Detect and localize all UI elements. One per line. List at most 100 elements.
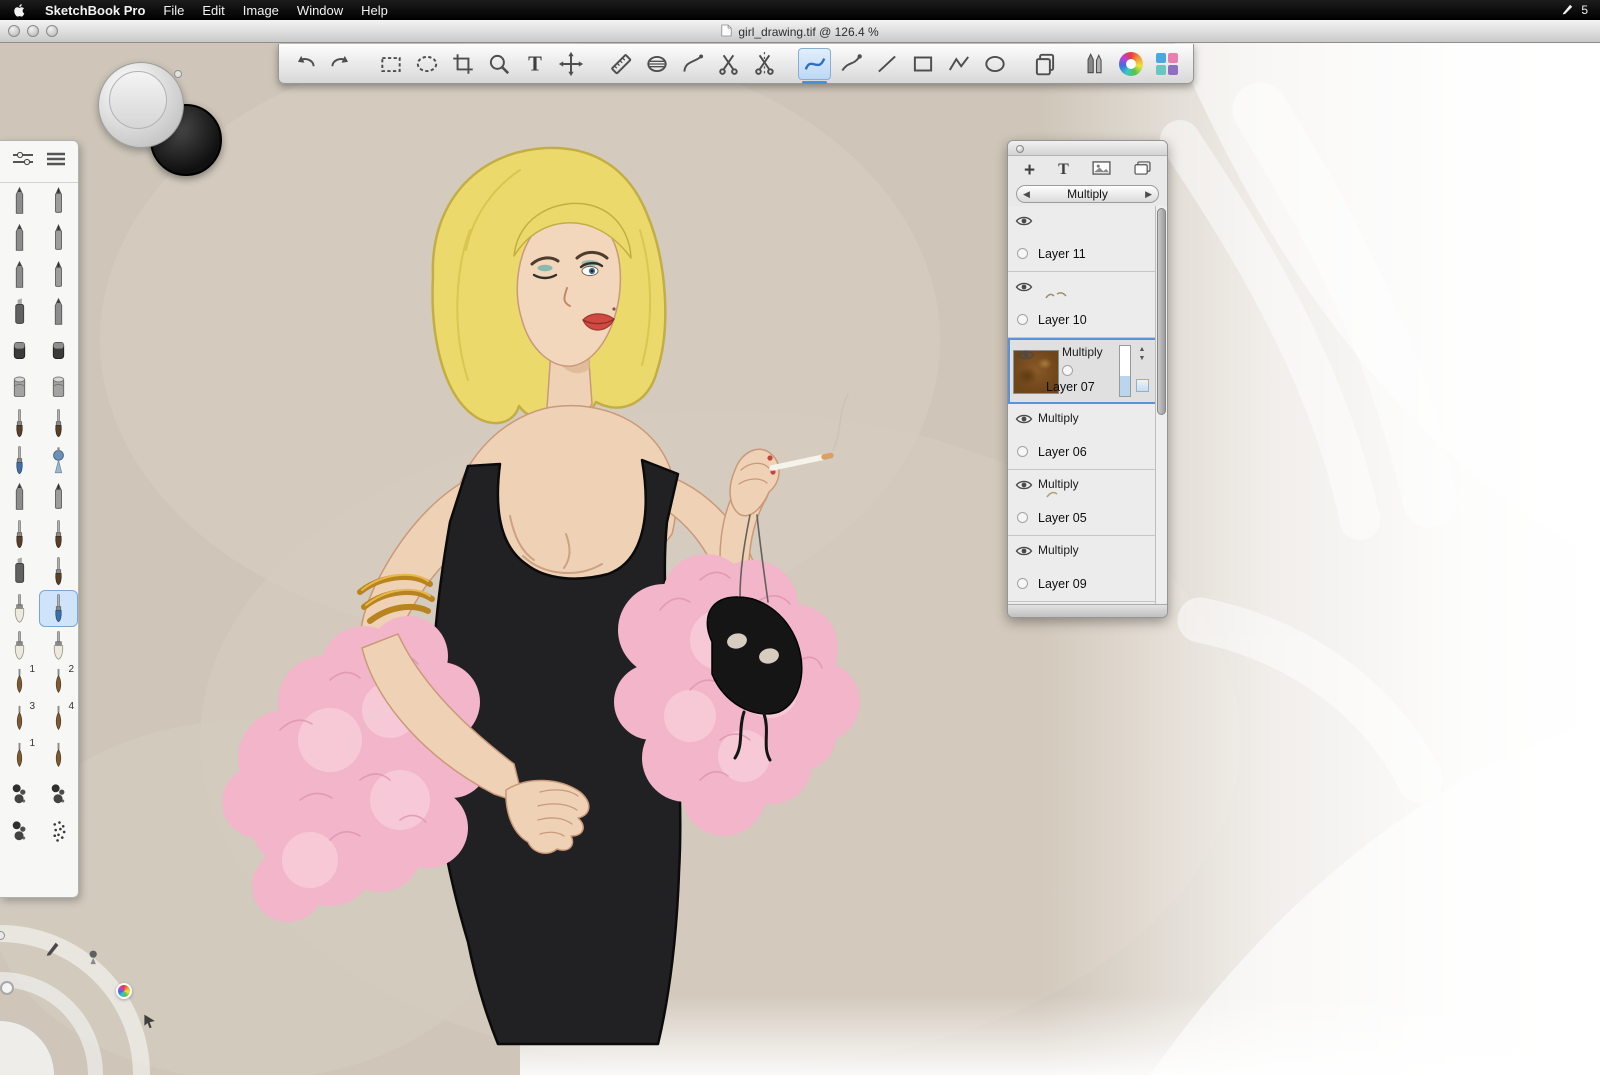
brush-mop-icon[interactable] <box>0 590 39 627</box>
french-curve-tool[interactable] <box>677 48 710 80</box>
undo-button[interactable] <box>289 48 322 80</box>
snip-tool[interactable] <box>748 48 781 80</box>
curve-draw-style-tool[interactable] <box>798 48 831 80</box>
polyline-draw-style-tool[interactable] <box>942 48 975 80</box>
layer-row-selected[interactable]: Multiply Layer 07 ▲▼ <box>1008 338 1157 404</box>
layers-panel-footer[interactable] <box>1008 604 1167 617</box>
brush-marker-icon[interactable] <box>0 294 39 331</box>
lagoon-pen-icon[interactable] <box>44 939 62 957</box>
lagoon-dot-button[interactable] <box>0 981 14 995</box>
brush-selected-item[interactable] <box>39 590 78 627</box>
color-wheel-icon[interactable] <box>1114 48 1147 80</box>
visibility-eye-icon[interactable] <box>1015 478 1033 490</box>
ellipse-draw-style-tool[interactable] <box>978 48 1011 80</box>
menu-item-help[interactable]: Help <box>361 3 388 18</box>
brush-round-icon[interactable] <box>0 405 39 442</box>
lagoon-color-ball-icon[interactable] <box>116 983 132 999</box>
brush-pen-icon[interactable] <box>39 479 78 516</box>
lasso-select-tool[interactable] <box>411 48 444 80</box>
layer-select-circle[interactable] <box>1017 446 1028 457</box>
text-layer-button[interactable]: T <box>1058 162 1069 178</box>
brush-round-icon[interactable] <box>39 553 78 590</box>
layers-scrollbar-track[interactable] <box>1155 206 1167 604</box>
visibility-eye-icon[interactable] <box>1015 544 1033 556</box>
brush-blue-round-icon[interactable] <box>0 442 39 479</box>
layers-scrollbar-thumb[interactable] <box>1157 208 1166 415</box>
layer-name[interactable]: Layer 10 <box>1038 313 1087 327</box>
brush-nib-icon[interactable]: 2 <box>39 664 78 701</box>
document-titlebar[interactable]: girl_drawing.tif @ 126.4 % <box>0 20 1600 43</box>
blend-mode-prev-arrow[interactable]: ◀ <box>1023 189 1030 200</box>
crop-tool[interactable] <box>447 48 480 80</box>
layer-stack-button[interactable] <box>1134 161 1151 179</box>
scissors-tool[interactable] <box>712 48 745 80</box>
copy-paste-tool[interactable] <box>1028 48 1061 80</box>
layer-row[interactable]: Multiply Layer 09 <box>1008 536 1157 602</box>
brush-mop-icon[interactable] <box>0 627 39 664</box>
brush-nib-icon[interactable]: 3 <box>0 701 39 738</box>
brush-pen-icon[interactable] <box>39 183 78 220</box>
layer-select-circle[interactable] <box>1017 512 1028 523</box>
app-name[interactable]: SketchBook Pro <box>45 3 145 18</box>
brush-eraser-icon[interactable] <box>0 331 39 368</box>
lagoon-cursor-icon[interactable] <box>142 1013 158 1029</box>
canvas-area[interactable] <box>0 20 1600 1075</box>
import-image-button[interactable] <box>1092 161 1111 179</box>
layer-row[interactable]: Multiply Layer 05 <box>1008 470 1157 536</box>
puck-handle-dot[interactable] <box>174 70 182 78</box>
brush-paint-can-icon[interactable] <box>0 368 39 405</box>
brush-pen-icon[interactable] <box>39 257 78 294</box>
brush-pencil-icon[interactable] <box>0 257 39 294</box>
visibility-eye-icon[interactable] <box>1015 280 1033 292</box>
layer-name[interactable]: Layer 09 <box>1038 577 1087 591</box>
brush-round-icon[interactable] <box>0 516 39 553</box>
brush-pencil-icon[interactable] <box>39 294 78 331</box>
brush-airbrush-icon[interactable] <box>39 442 78 479</box>
brush-pen-icon[interactable] <box>39 220 78 257</box>
menu-item-image[interactable]: Image <box>243 3 279 18</box>
swatches-icon[interactable] <box>1150 48 1183 80</box>
brush-eraser-icon[interactable] <box>39 331 78 368</box>
redo-button[interactable] <box>325 48 358 80</box>
brush-dots-icon[interactable] <box>39 812 78 849</box>
layer-row[interactable]: Layer 11 <box>1008 206 1157 272</box>
brush-pencil-icon[interactable] <box>0 479 39 516</box>
menu-item-file[interactable]: File <box>163 3 184 18</box>
brush-settings-icon[interactable] <box>10 150 36 173</box>
blend-mode-next-arrow[interactable]: ▶ <box>1145 189 1152 200</box>
ruler-tool[interactable] <box>605 48 638 80</box>
apple-menu-icon[interactable] <box>12 3 27 18</box>
brush-pencil-icon[interactable] <box>0 220 39 257</box>
brush-nib-icon[interactable]: 1 <box>0 738 39 775</box>
blend-mode-label[interactable]: Multiply <box>1067 187 1108 201</box>
brush-puck[interactable] <box>98 62 184 148</box>
panel-close-button[interactable] <box>1016 145 1024 153</box>
lagoon-airbrush-icon[interactable] <box>86 947 104 965</box>
brush-splatter-icon[interactable] <box>0 775 39 812</box>
text-tool[interactable]: T <box>519 48 552 80</box>
layers-panel-titlebar[interactable] <box>1008 141 1167 156</box>
line-draw-style-tool[interactable] <box>870 48 903 80</box>
layer-name[interactable]: Layer 07 <box>1046 380 1095 394</box>
zoom-tool[interactable] <box>483 48 516 80</box>
layer-spinner-arrows[interactable]: ▲▼ <box>1135 345 1149 363</box>
menu-item-window[interactable]: Window <box>297 3 343 18</box>
layer-row[interactable]: Layer 10 <box>1008 272 1157 338</box>
brush-splatter-icon[interactable] <box>0 812 39 849</box>
brush-round-icon[interactable] <box>39 405 78 442</box>
tablet-pen-status-icon[interactable] <box>1561 2 1575 19</box>
visibility-eye-icon[interactable] <box>1017 348 1035 360</box>
brush-marker-icon[interactable] <box>0 553 39 590</box>
brush-nib-icon[interactable] <box>39 738 78 775</box>
palette-menu-icon[interactable] <box>43 150 69 173</box>
layer-select-circle[interactable] <box>1017 314 1028 325</box>
visibility-eye-icon[interactable] <box>1015 412 1033 424</box>
menu-item-edit[interactable]: Edit <box>202 3 224 18</box>
brush-splatter-icon[interactable] <box>39 775 78 812</box>
layer-select-circle[interactable] <box>1017 248 1028 259</box>
layer-select-circle[interactable] <box>1062 365 1073 376</box>
brush-nib-icon[interactable]: 1 <box>0 664 39 701</box>
ellipse-guide-tool[interactable] <box>641 48 674 80</box>
move-tool[interactable] <box>555 48 588 80</box>
layer-name[interactable]: Layer 06 <box>1038 445 1087 459</box>
